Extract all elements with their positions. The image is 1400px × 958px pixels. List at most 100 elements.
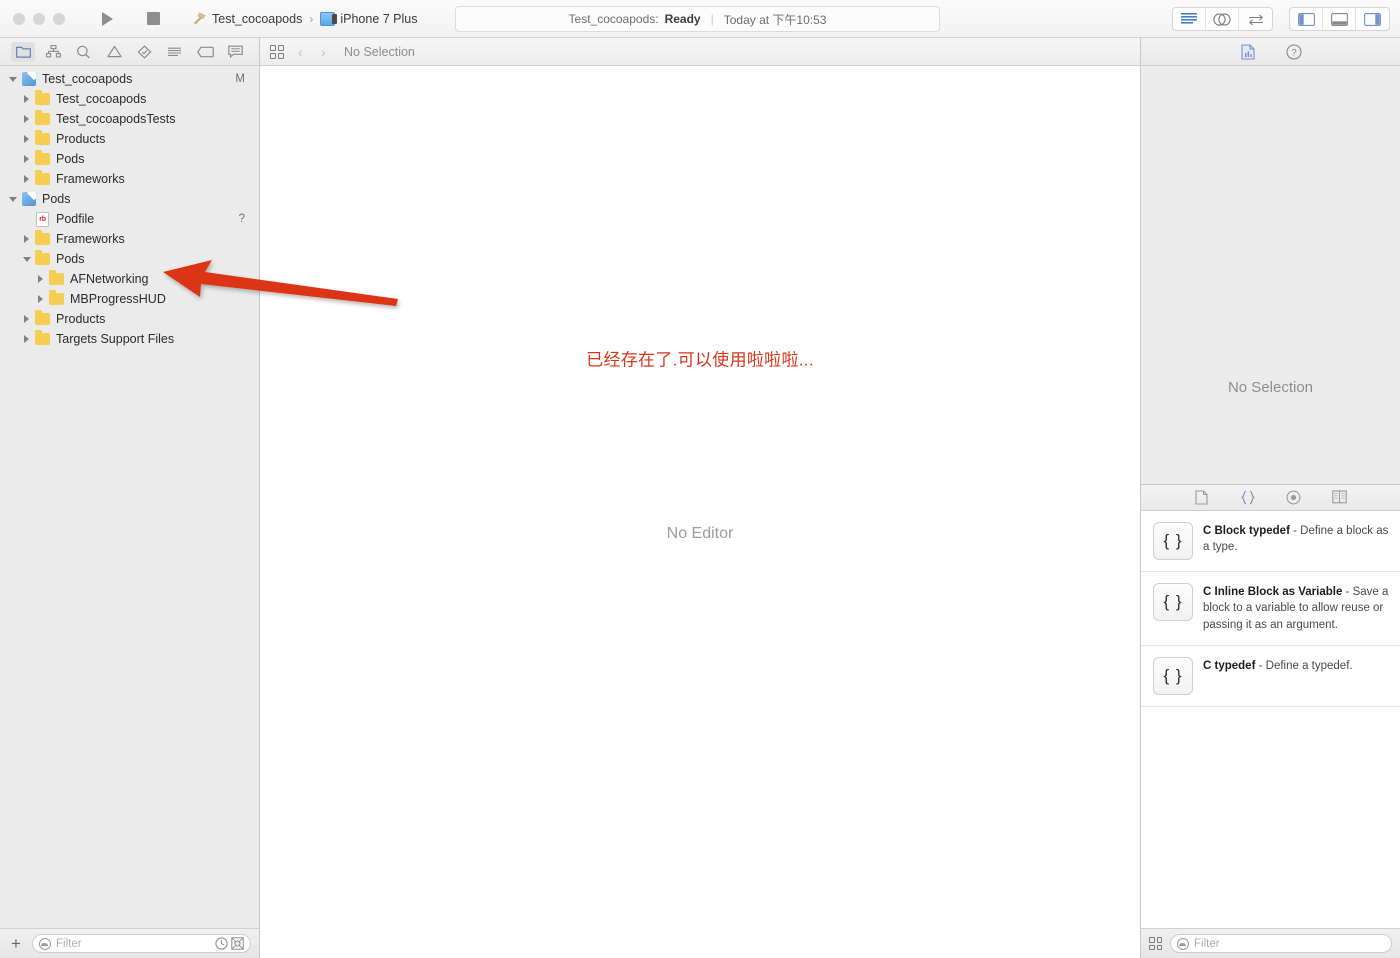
tree-row[interactable]: Frameworks bbox=[0, 169, 259, 189]
tree-row[interactable]: rb Podfile? bbox=[0, 209, 259, 229]
tree-row[interactable]: Test_cocoapods M bbox=[0, 69, 259, 89]
tab-quick-help-inspector[interactable]: ? bbox=[1282, 42, 1306, 62]
utilities-panel: ? No Selection {} C Block typedef - Def… bbox=[1140, 38, 1400, 958]
tree-row-label: Test_cocoapods bbox=[56, 92, 147, 106]
project-navigator-tree[interactable]: Test_cocoapods M Test_cocoapods Test_cocoap… bbox=[0, 66, 259, 928]
status-separator: | bbox=[710, 12, 714, 26]
sidebar-item-test-navigator[interactable] bbox=[133, 42, 157, 62]
assistant-editor-button[interactable] bbox=[1206, 8, 1239, 30]
folder-icon bbox=[34, 250, 51, 265]
tree-row[interactable]: Products bbox=[0, 309, 259, 329]
editor-jump-bar: ‹ › No Selection bbox=[260, 38, 1140, 66]
disclosure-triangle-icon[interactable] bbox=[7, 74, 18, 85]
disclosure-triangle-icon[interactable] bbox=[21, 134, 32, 145]
folder-icon bbox=[34, 90, 51, 105]
sidebar-item-report-navigator[interactable] bbox=[224, 42, 248, 62]
snippet-list-item[interactable]: { } C Block typedef - Define a block as a… bbox=[1141, 511, 1400, 572]
stop-button[interactable] bbox=[133, 8, 173, 30]
snippet-dash: - bbox=[1342, 585, 1353, 598]
toggle-debug-area-button[interactable] bbox=[1323, 8, 1356, 30]
tree-row[interactable]: Pods bbox=[0, 189, 259, 209]
destination-name[interactable]: iPhone 7 Plus bbox=[340, 12, 417, 26]
tree-row[interactable]: AFNetworking bbox=[0, 269, 259, 289]
snippet-list-item[interactable]: { } C Inline Block as Variable - Save a b… bbox=[1141, 572, 1400, 646]
folder-icon bbox=[48, 270, 65, 285]
add-file-button[interactable]: + bbox=[8, 935, 24, 952]
library-filter-field[interactable]: Filter bbox=[1170, 934, 1392, 953]
tab-object-library[interactable] bbox=[1282, 488, 1306, 507]
snippet-title: C typedef bbox=[1203, 659, 1256, 672]
tree-row[interactable]: Pods bbox=[0, 149, 259, 169]
related-items-grid-icon[interactable] bbox=[270, 44, 284, 59]
go-back-button[interactable]: ‹ bbox=[294, 44, 307, 60]
question-circle-icon: ? bbox=[1285, 43, 1302, 60]
disclosure-triangle-icon[interactable] bbox=[21, 94, 32, 105]
standard-editor-button[interactable] bbox=[1173, 8, 1206, 30]
tree-row[interactable]: Pods bbox=[0, 249, 259, 269]
tree-row[interactable]: Frameworks bbox=[0, 229, 259, 249]
toggle-utilities-button[interactable] bbox=[1356, 8, 1389, 30]
tree-row[interactable]: Targets Support Files bbox=[0, 329, 259, 349]
navigator-filter-field[interactable]: Filter bbox=[32, 934, 251, 953]
editor-area: ‹ › No Selection 已经存在了.可以使用啦啦啦... No Edi… bbox=[260, 38, 1140, 958]
disclosure-triangle-icon[interactable] bbox=[7, 194, 18, 205]
version-editor-button[interactable] bbox=[1239, 8, 1272, 30]
tree-row[interactable]: Test_cocoapods bbox=[0, 89, 259, 109]
navigator-filter-icons bbox=[215, 937, 244, 950]
navigator-filter-placeholder: Filter bbox=[56, 937, 82, 950]
sidebar-item-symbol-navigator[interactable] bbox=[42, 42, 66, 62]
code-snippet-list[interactable]: { } C Block typedef - Define a block as a… bbox=[1141, 510, 1400, 928]
close-button[interactable] bbox=[13, 12, 25, 25]
go-forward-button[interactable]: › bbox=[317, 44, 330, 60]
braces-icon: { } bbox=[1153, 521, 1193, 560]
disclosure-triangle-icon[interactable] bbox=[21, 234, 32, 245]
snippet-list-item[interactable]: { } C typedef - Define a typedef. bbox=[1141, 646, 1400, 707]
sidebar-item-issue-navigator[interactable] bbox=[102, 42, 126, 62]
snippet-description: C Block typedef - Define a block as a ty… bbox=[1203, 522, 1390, 556]
tree-row-label: Pods bbox=[56, 152, 85, 166]
run-stop-group bbox=[87, 8, 173, 30]
zoom-button[interactable] bbox=[53, 12, 65, 25]
tree-row[interactable]: Test_cocoapodsTests bbox=[0, 109, 259, 129]
tab-media-library[interactable] bbox=[1328, 488, 1352, 507]
sidebar-item-find-navigator[interactable] bbox=[72, 42, 96, 62]
tab-file-inspector[interactable] bbox=[1236, 42, 1260, 62]
tree-row-label: Podfile bbox=[56, 212, 95, 226]
traffic-lights bbox=[0, 12, 65, 25]
disclosure-triangle-icon[interactable] bbox=[21, 114, 32, 125]
disclosure-triangle-icon[interactable] bbox=[21, 314, 32, 325]
disclosure-triangle-icon[interactable] bbox=[35, 274, 46, 285]
grid-layout-icon[interactable] bbox=[1149, 937, 1162, 950]
tree-row[interactable]: Products bbox=[0, 129, 259, 149]
braces-icon: { } bbox=[1153, 656, 1193, 695]
disclosure-triangle-icon[interactable] bbox=[21, 154, 32, 165]
snippet-text: Define a typedef. bbox=[1265, 659, 1353, 672]
jump-bar-title[interactable]: No Selection bbox=[344, 45, 415, 59]
search-icon bbox=[77, 45, 91, 58]
disclosure-triangle-icon[interactable] bbox=[21, 334, 32, 345]
sidebar-item-debug-navigator[interactable] bbox=[163, 42, 187, 62]
library-filter-placeholder: Filter bbox=[1194, 937, 1220, 950]
filter-circle-icon bbox=[39, 937, 51, 950]
disclosure-triangle-icon[interactable] bbox=[21, 254, 32, 265]
sidebar-item-breakpoint-navigator[interactable] bbox=[193, 42, 217, 62]
disclosure-triangle-icon[interactable] bbox=[21, 174, 32, 185]
scheme-name[interactable]: Test_cocoapods bbox=[212, 12, 302, 26]
tree-row-status-badge: ? bbox=[238, 213, 245, 225]
scheme-destination-control[interactable]: Test_cocoapods › iPhone 7 Plus bbox=[185, 8, 426, 30]
no-editor-placeholder: No Editor bbox=[666, 525, 734, 542]
toggle-navigator-button[interactable] bbox=[1290, 8, 1323, 30]
tab-file-template-library[interactable] bbox=[1190, 488, 1214, 507]
tree-row[interactable]: MBProgressHUD bbox=[0, 289, 259, 309]
debug-spray-icon bbox=[168, 47, 182, 56]
run-button[interactable] bbox=[87, 8, 127, 30]
toolbar-right-controls bbox=[1172, 7, 1390, 31]
minimize-button[interactable] bbox=[33, 12, 45, 25]
sidebar-item-project-navigator[interactable] bbox=[11, 41, 36, 62]
tree-row-label: Test_cocoapods bbox=[42, 72, 133, 86]
braces-icon bbox=[1240, 490, 1255, 504]
xcode-window: Test_cocoapods › iPhone 7 Plus Test_coco… bbox=[0, 0, 1400, 958]
filter-circle-icon bbox=[1177, 937, 1189, 950]
disclosure-triangle-icon[interactable] bbox=[35, 294, 46, 305]
tab-code-snippet-library[interactable] bbox=[1236, 488, 1260, 507]
